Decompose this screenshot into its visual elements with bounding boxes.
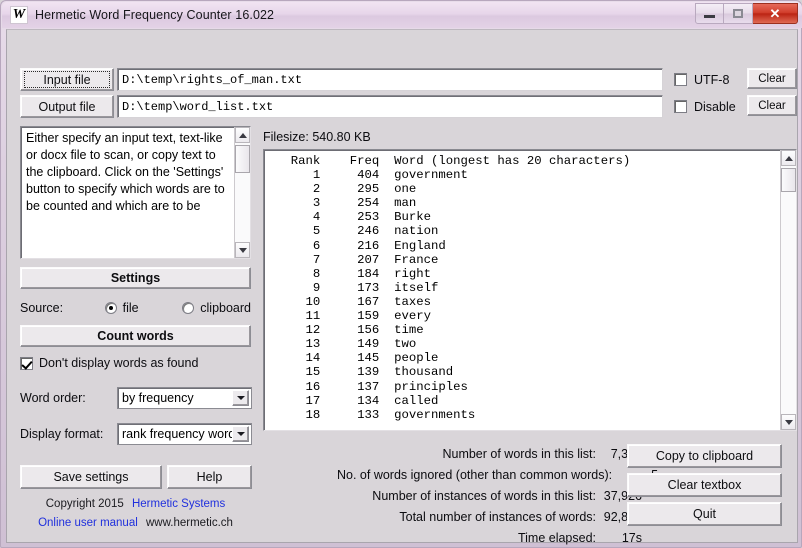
client-area: Input file D:\temp\rights_of_man.txt UTF… [6, 29, 798, 545]
window-controls: ✕ [695, 3, 798, 25]
stat-row: No. of words ignored (other than common … [337, 465, 658, 486]
dont-display-label: Don't display words as found [39, 356, 199, 370]
input-file-path-field[interactable]: D:\temp\rights_of_man.txt [117, 68, 663, 91]
chevron-down-icon [236, 396, 245, 400]
minimize-button[interactable] [695, 3, 724, 24]
caret-down-icon [784, 419, 793, 425]
word-order-select[interactable]: by frequency [117, 387, 252, 409]
stat-label: No. of words ignored (other than common … [337, 468, 613, 482]
stat-row: Time elapsed: 17s [337, 528, 642, 548]
source-clipboard-label: clipboard [200, 301, 251, 315]
quit-label: Quit [693, 507, 716, 521]
instructions-panel[interactable]: Either specify an input text, text-like … [20, 126, 251, 259]
stat-row: Number of words in this list:7,349 [337, 444, 642, 465]
word-order-dropdown-button[interactable] [232, 390, 249, 406]
minimize-icon [704, 15, 715, 18]
disable-checkbox[interactable] [674, 100, 687, 113]
clear-input-button[interactable]: Clear [747, 68, 797, 89]
quit-button[interactable]: Quit [627, 502, 782, 526]
caret-up-icon [784, 155, 793, 161]
stat-label: Number of words in this list: [442, 447, 596, 461]
input-file-button-label: Input file [43, 72, 91, 87]
scroll-down-button[interactable] [235, 242, 250, 258]
close-button[interactable]: ✕ [753, 3, 798, 24]
source-clipboard-radio[interactable] [182, 302, 195, 314]
output-file-button-label: Output file [38, 99, 96, 114]
display-format-label: Display format: [20, 427, 104, 441]
output-file-path-value: D:\temp\word_list.txt [122, 99, 274, 114]
source-file-label: file [122, 301, 139, 315]
input-file-button[interactable]: Input file [20, 68, 114, 91]
window-frame: W Hermetic Word Frequency Counter 16.022… [0, 0, 802, 548]
word-list-panel[interactable]: Rank Freq Word (longest has 20 character… [263, 149, 797, 431]
utf8-checkbox[interactable] [674, 73, 687, 86]
stat-row: Number of instances of words in this lis… [337, 486, 642, 507]
stat-label: Number of instances of words in this lis… [372, 489, 596, 503]
caret-down-icon [238, 247, 247, 253]
scroll-up-button[interactable] [781, 150, 796, 166]
dont-display-checkbox[interactable] [20, 356, 33, 370]
scroll-track[interactable] [781, 166, 796, 414]
source-row: Source: file clipboard [20, 298, 251, 318]
scroll-thumb[interactable] [235, 145, 250, 173]
dont-display-row[interactable]: Don't display words as found [20, 353, 251, 373]
clear-input-label: Clear [758, 72, 786, 85]
stat-value: 17s [621, 531, 642, 545]
output-file-path-field[interactable]: D:\temp\word_list.txt [117, 95, 663, 118]
settings-button[interactable]: Settings [20, 267, 251, 289]
maximize-button[interactable] [724, 3, 753, 24]
scroll-down-button[interactable] [781, 414, 796, 430]
source-label: Source: [20, 301, 64, 315]
copy-to-clipboard-button[interactable]: Copy to clipboard [627, 444, 782, 468]
copyright-text: Copyright 2015 [45, 498, 124, 510]
window-title: Hermetic Word Frequency Counter 16.022 [35, 8, 275, 22]
chevron-down-icon [236, 432, 245, 436]
save-settings-button[interactable]: Save settings [20, 465, 162, 489]
clear-output-label: Clear [758, 99, 786, 112]
settings-button-label: Settings [110, 271, 161, 285]
app-icon: W [10, 6, 28, 24]
title-bar[interactable]: W Hermetic Word Frequency Counter 16.022… [2, 2, 802, 28]
scroll-up-button[interactable] [235, 127, 250, 143]
stat-label: Total number of instances of words: [399, 510, 596, 524]
scroll-thumb[interactable] [781, 168, 796, 192]
copyright-line: Copyright 2015 Hermetic Systems [20, 498, 251, 510]
count-words-button-label: Count words [97, 329, 174, 343]
word-order-value: by frequency [122, 391, 194, 405]
count-words-button[interactable]: Count words [20, 325, 251, 347]
display-format-value: rank frequency word [122, 427, 236, 441]
source-file-radio[interactable] [104, 302, 117, 314]
instructions-scrollbar[interactable] [234, 127, 250, 258]
instructions-text: Either specify an input text, text-like … [26, 131, 225, 213]
word-list-text: Rank Freq Word (longest has 20 character… [290, 154, 631, 422]
display-format-select[interactable]: rank frequency word [117, 423, 252, 445]
statistics-panel: Number of words in this list:7,349 No. of… [337, 444, 658, 548]
stat-row: Total number of instances of words: 92,84… [337, 507, 642, 528]
close-icon: ✕ [769, 5, 781, 21]
clear-output-button[interactable]: Clear [747, 95, 797, 116]
stat-label: Time elapsed: [517, 531, 596, 545]
caret-up-icon [238, 132, 247, 138]
save-settings-label: Save settings [53, 470, 129, 484]
clear-textbox-label: Clear textbox [667, 478, 742, 492]
website-text: www.hermetic.ch [146, 517, 233, 529]
manual-line: Online user manual www.hermetic.ch [20, 517, 251, 529]
filesize-label: Filesize: 540.80 KB [263, 130, 371, 144]
help-button[interactable]: Help [167, 465, 252, 489]
word-order-label: Word order: [20, 391, 86, 405]
copy-to-clipboard-label: Copy to clipboard [655, 449, 754, 463]
utf8-label: UTF-8 [694, 72, 730, 87]
help-button-label: Help [196, 470, 223, 484]
online-user-manual-link[interactable]: Online user manual [38, 517, 138, 529]
maximize-icon [733, 9, 743, 18]
company-link[interactable]: Hermetic Systems [132, 498, 225, 510]
scroll-track[interactable] [235, 143, 250, 242]
word-list-scrollbar[interactable] [780, 150, 796, 430]
clear-textbox-button[interactable]: Clear textbox [627, 473, 782, 497]
disable-label: Disable [694, 99, 736, 114]
display-format-dropdown-button[interactable] [232, 426, 249, 442]
input-file-path-value: D:\temp\rights_of_man.txt [122, 72, 303, 87]
output-file-button[interactable]: Output file [20, 95, 114, 118]
application-window: W Hermetic Word Frequency Counter 16.022… [0, 0, 802, 548]
